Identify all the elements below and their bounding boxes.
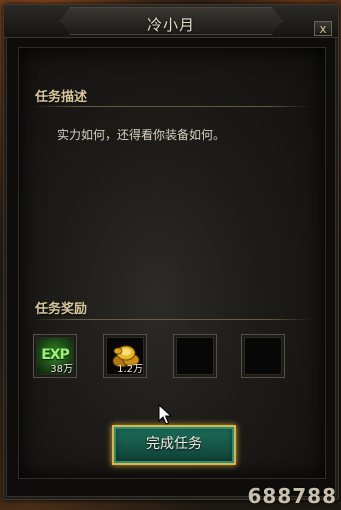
divider: [33, 319, 311, 320]
quest-description-text: 实力如何，还得看你装备如何。: [57, 128, 226, 142]
complete-quest-button[interactable]: 完成任务: [112, 425, 236, 465]
quest-reward-heading: 任务奖励: [35, 302, 88, 317]
divider: [33, 106, 311, 107]
reward-slot-exp[interactable]: EXP 38万: [33, 334, 77, 378]
reward-slot-empty: [173, 334, 217, 378]
npc-name-title: 冷小月: [146, 16, 195, 34]
quest-description-heading: 任务描述: [35, 90, 88, 105]
title-plate: 冷小月: [60, 7, 282, 35]
mouse-cursor-icon: [158, 403, 173, 430]
reward-count: 38万: [50, 364, 73, 375]
reward-count: 1.2万: [117, 364, 143, 375]
quest-content-panel: 任务描述 实力如何，还得看你装备如何。 任务奖励 EXP 38万 1.2万 完成…: [18, 47, 326, 479]
reward-slot-empty: [241, 334, 285, 378]
reward-slot-gold[interactable]: 1.2万: [103, 334, 147, 378]
title-bar: 冷小月 x: [4, 5, 338, 38]
watermark: 688788: [247, 484, 337, 508]
close-button[interactable]: x: [314, 21, 332, 36]
